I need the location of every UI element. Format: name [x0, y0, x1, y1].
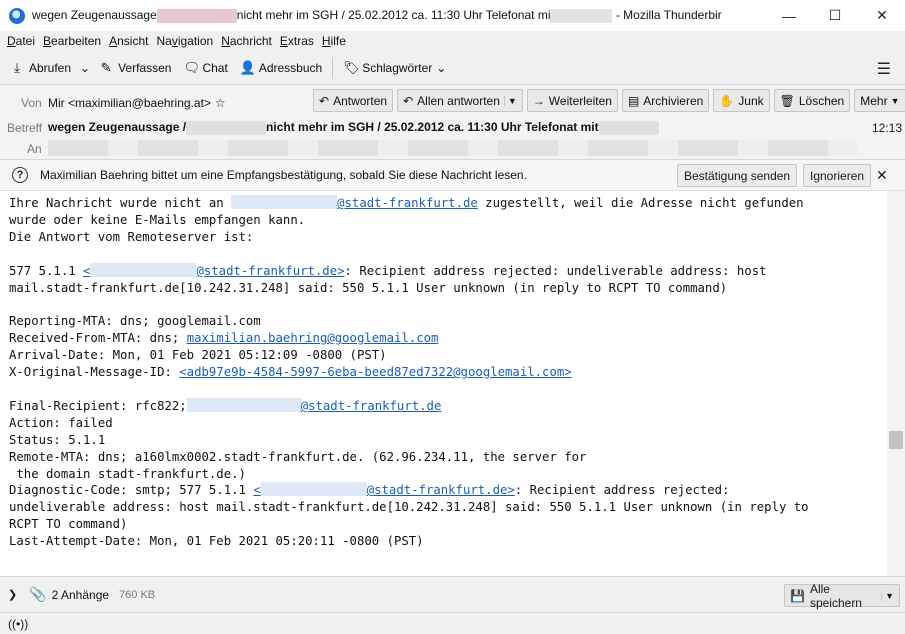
save-all-button[interactable]: 💾 Alle speichern ▼ — [784, 582, 900, 610]
forward-button[interactable]: → Weiterleiten — [526, 89, 618, 112]
notice-text: Maximilian Baehring bittet um eine Empfa… — [40, 168, 527, 182]
tags-button[interactable]: 🏷 Schlagwörter ⌄ — [337, 55, 452, 81]
main-toolbar: ⤓ Abrufen ⌄ ✎ Verfassen 🗨 Chat 👤 Adressb… — [0, 51, 905, 85]
archive-icon: ▤ — [627, 93, 640, 108]
reply-icon: ↶ — [319, 93, 330, 108]
maximize-button[interactable]: ☐ — [812, 0, 858, 31]
scrollbar-thumb[interactable] — [889, 431, 903, 449]
chevron-down-icon: ⌄ — [436, 60, 447, 75]
paperclip-icon: 📎 — [29, 586, 47, 602]
menu-view[interactable]: Ansicht — [109, 34, 148, 48]
sender-email-link[interactable]: maximilian.baehring@googlemail.com — [187, 331, 439, 345]
delete-button[interactable]: 🗑 Löschen — [773, 89, 851, 112]
chevron-down-icon: ⌄ — [80, 60, 91, 75]
reply-all-icon: ↶ — [403, 93, 414, 108]
tag-icon: 🏷 — [343, 59, 360, 75]
junk-button[interactable]: ✋ Junk — [713, 89, 770, 112]
addressbook-button[interactable]: 👤 Adressbuch — [234, 55, 328, 81]
compose-button[interactable]: ✎ Verfassen — [93, 55, 177, 81]
message-id-link[interactable]: <adb97e9b-4584-5997-6eba-beed87ed7322@go… — [179, 365, 571, 379]
message-time: 12:13 — [872, 121, 903, 135]
trash-icon: 🗑 — [779, 93, 795, 108]
junk-hand-icon: ✋ — [719, 93, 735, 108]
redacted-block — [186, 120, 267, 135]
redacted-block — [90, 262, 197, 277]
online-status-icon[interactable]: ((•)) — [8, 617, 28, 631]
chat-bubble-icon: 🗨 — [183, 59, 200, 75]
title-bar: wegen Zeugenaussage nicht mehr im SGH / 2… — [0, 0, 905, 31]
to-recipients-redacted — [48, 140, 858, 156]
recipient-link[interactable]: < @stadt-frankfurt.de> — [83, 262, 345, 278]
contact-card-icon: 👤 — [239, 59, 257, 75]
fetch-dropdown[interactable]: ⌄ — [77, 55, 93, 81]
menu-extras[interactable]: Extras — [280, 34, 314, 48]
toolbar-separator — [332, 56, 334, 79]
fetch-button[interactable]: ⤓ Abrufen — [4, 55, 77, 81]
redacted-block — [550, 8, 613, 23]
redacted-block — [156, 8, 237, 23]
redacted-block — [231, 195, 338, 209]
final-recipient-link[interactable]: @stadt-frankfurt.de — [301, 399, 442, 413]
menu-edit[interactable]: Bearbeiten — [43, 34, 101, 48]
to-label: An — [27, 142, 42, 156]
diagnostic-recipient-link[interactable]: < @stadt-frankfurt.de> — [253, 482, 515, 497]
save-icon: 💾 — [790, 588, 805, 603]
expand-attachments-icon[interactable]: ❯ — [8, 588, 17, 601]
pencil-icon: ✎ — [100, 59, 112, 75]
redacted-block — [598, 120, 659, 135]
email-link[interactable]: @stadt-frankfurt.de — [337, 196, 478, 210]
attachment-size: 760 KB — [119, 588, 156, 601]
minimize-button[interactable]: — — [766, 0, 812, 31]
star-icon[interactable]: ☆ — [215, 96, 226, 110]
attachment-count[interactable]: 2 Anhänge — [52, 588, 109, 602]
redacted-block — [260, 482, 367, 497]
message-actions: ↶ Antworten ↶ Allen antworten ▼ → Weiterleit… — [313, 89, 905, 112]
menu-bar: Datei Bearbeiten Ansicht Navigation Nach… — [0, 31, 905, 51]
more-button[interactable]: Mehr ▼ — [854, 89, 905, 112]
subject-value: wegen Zeugenaussage / nicht mehr im SGH /… — [48, 120, 659, 135]
vertical-scrollbar[interactable] — [887, 191, 905, 576]
download-icon: ⤓ — [14, 59, 20, 75]
archive-button[interactable]: ▤ Archivieren — [621, 89, 710, 112]
menu-help[interactable]: Hilfe — [322, 34, 346, 48]
read-receipt-notice: ? Maximilian Baehring bittet um eine Emp… — [0, 160, 905, 191]
chevron-down-icon[interactable]: ▼ — [503, 95, 517, 106]
reply-button[interactable]: ↶ Antworten — [313, 89, 394, 112]
app-menu-icon[interactable]: ☰ — [877, 59, 891, 79]
status-bar: ((•)) — [0, 612, 905, 634]
window-title: wegen Zeugenaussage nicht mehr im SGH / 2… — [32, 8, 722, 23]
chevron-down-icon[interactable]: ▼ — [881, 590, 894, 601]
close-window-button[interactable]: ✕ — [859, 0, 905, 31]
send-receipt-button[interactable]: Bestätigung senden — [677, 164, 798, 187]
from-value[interactable]: Mir <maximilian@baehring.at> ☆ — [48, 96, 226, 110]
from-label: Von — [21, 96, 42, 110]
chat-button[interactable]: 🗨 Chat — [177, 55, 233, 81]
reply-all-button[interactable]: ↶ Allen antworten ▼ — [397, 89, 523, 112]
thunderbird-logo-icon — [9, 7, 25, 24]
menu-file[interactable]: Datei — [7, 34, 35, 48]
ignore-button[interactable]: Ignorieren — [803, 164, 872, 187]
menu-message[interactable]: Nachricht — [221, 34, 272, 48]
subject-label: Betreff — [7, 121, 43, 135]
chevron-down-icon: ▼ — [890, 95, 900, 106]
menu-navigation[interactable]: Navigation — [156, 34, 213, 48]
message-header: Von Mir <maximilian@baehring.at> ☆ ↶ Antwo… — [0, 85, 905, 160]
close-icon[interactable]: ✕ — [876, 167, 888, 184]
question-icon: ? — [12, 167, 28, 183]
attachment-bar: ❯ 📎 2 Anhänge 760 KB 💾 Alle speichern ▼ — [0, 576, 905, 612]
message-body[interactable]: Ihre Nachricht wurde nicht an @stadt-fra… — [0, 191, 887, 576]
redacted-block — [186, 397, 301, 412]
forward-icon: → — [532, 93, 545, 108]
